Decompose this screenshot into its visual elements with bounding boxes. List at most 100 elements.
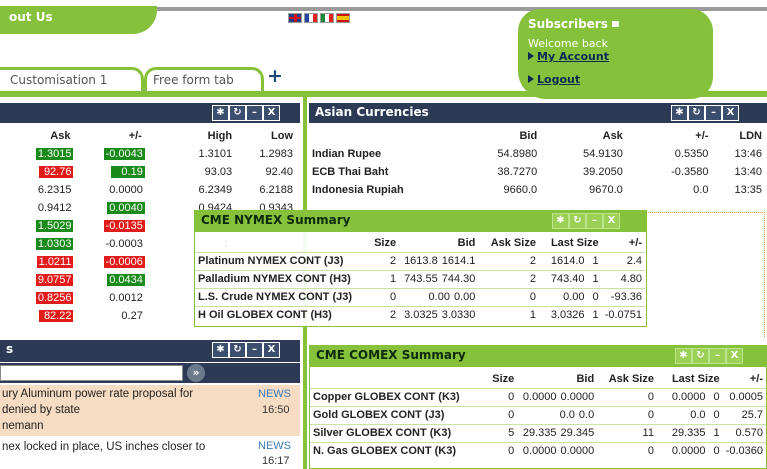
close-icon[interactable]: X: [263, 105, 280, 121]
comex-row[interactable]: Silver GLOBEX CONT (K3) 5 29.335 29.345 11 29…: [310, 424, 766, 442]
news-tag[interactable]: NEWS: [258, 440, 291, 452]
col-ask-size: Ask Size: [490, 236, 536, 249]
currency-name: Indian Rupee: [312, 148, 382, 160]
minimize-icon[interactable]: –: [705, 105, 722, 121]
col-high: High: [207, 130, 233, 142]
change-cell: -0.0006: [73, 253, 145, 271]
ask-size-cell: 0: [647, 445, 654, 458]
asian-row[interactable]: Indonesia Rupiah 9660.0 9670.0 0.0 13:35: [309, 181, 765, 199]
change-cell: -0.0043: [73, 145, 145, 163]
refresh-icon[interactable]: ↻: [229, 342, 246, 358]
last-size-value: 0: [713, 391, 720, 403]
settings-icon[interactable]: ✱: [552, 213, 569, 229]
size-cell: 0: [508, 445, 515, 458]
minimize-icon[interactable]: –: [586, 213, 603, 229]
add-tab-icon[interactable]: +: [267, 65, 283, 87]
nymex-row[interactable]: L.S. Crude NYMEX CONT (J3) 0 0.00 0.00 0 0.00…: [195, 288, 645, 306]
nymex-row[interactable]: H Oil GLOBEX CONT (H3) 2 3.0325 3.0330 1 3.03…: [195, 306, 645, 324]
settings-icon[interactable]: ✱: [212, 105, 229, 121]
es-flag-icon[interactable]: [336, 13, 350, 23]
about-us-tab[interactable]: out Us: [0, 6, 157, 34]
change-value: -0.0006: [103, 256, 145, 268]
fr-flag-icon[interactable]: [304, 13, 318, 23]
my-account-link[interactable]: My Account: [528, 50, 713, 63]
close-icon[interactable]: X: [603, 213, 620, 229]
refresh-icon[interactable]: ↻: [229, 105, 246, 121]
minimize-icon[interactable]: –: [709, 348, 726, 364]
panel-controls: ✱ ↻ – X: [675, 348, 743, 364]
search-go-icon[interactable]: »: [187, 364, 205, 382]
bid-ask-cell: 3.0325 3.0330: [399, 306, 478, 324]
ask-value: 29.345: [560, 427, 595, 439]
minimize-icon[interactable]: –: [246, 105, 263, 121]
low-cell: 1.2983: [259, 148, 293, 160]
contract-name: Silver GLOBEX CONT (K3): [313, 427, 452, 439]
nymex-panel-header[interactable]: CME NYMEX Summary ✱ ↻ – X: [195, 211, 646, 232]
minimize-icon[interactable]: –: [246, 342, 263, 358]
last-size-cell: 1614.0 1: [539, 252, 602, 270]
asian-panel-header: Asian Currencies ✱ ↻ – X: [309, 103, 767, 123]
change-cell: 0.0040: [73, 199, 145, 217]
last-value: 29.335: [671, 427, 706, 439]
refresh-icon[interactable]: ↻: [692, 348, 709, 364]
settings-icon[interactable]: ✱: [212, 342, 229, 358]
change-cell: 25.7: [741, 409, 763, 421]
change-cell: 0.19: [73, 163, 145, 181]
tab-underline: [0, 91, 767, 97]
comex-row[interactable]: Copper GLOBEX CONT (K3) 0 0.0000 0.0000 0 0.0…: [310, 388, 766, 406]
ask-value: 1.0303: [35, 238, 74, 250]
subscribers-title: Subscribers: [528, 17, 713, 31]
it-flag-icon[interactable]: [320, 13, 334, 23]
comex-row[interactable]: Gold GLOBEX CONT (J3) 0 0.0 0.0 0 0.0 0 25.7: [310, 406, 766, 424]
low-cell: 6.2188: [259, 184, 293, 196]
news-headline-line: ury Aluminum power rate proposal for: [2, 388, 194, 400]
settings-icon[interactable]: ✱: [671, 105, 688, 121]
close-icon[interactable]: X: [263, 342, 280, 358]
nymex-row[interactable]: Platinum NYMEX CONT (J3) 2 1613.8 1614.1 2 16…: [195, 252, 645, 270]
bid-cell: 38.7270: [497, 166, 538, 178]
news-tag[interactable]: NEWS: [258, 388, 291, 400]
last-value: 0.0000: [671, 445, 706, 458]
ask-value: 3.0330: [441, 309, 476, 322]
news-item-highlighted[interactable]: ury Aluminum power rate proposal for den…: [0, 385, 300, 436]
change-cell: 0.5350: [674, 148, 709, 160]
uk-flag-icon[interactable]: [288, 13, 302, 23]
tab-free-form[interactable]: Free form tab: [144, 67, 264, 91]
asian-row[interactable]: Indian Rupee 54.8980 54.9130 0.5350 13:46: [309, 145, 765, 163]
comex-row[interactable]: N. Gas GLOBEX CONT (K3) 0 0.0000 0.0000 0 0.0…: [310, 442, 766, 460]
change-value: 0.27: [121, 310, 143, 322]
panel-controls: ✱ ↻ – X: [671, 105, 739, 121]
tab-customisation-1[interactable]: Customisation 1: [0, 67, 144, 91]
change-cell: 0.0012: [73, 289, 144, 307]
news-item[interactable]: nex locked in place, US inches closer to…: [0, 438, 300, 469]
last-size-value: 1: [713, 427, 720, 439]
fx-row[interactable]: 92.76 0.19 93.03 92.40: [0, 163, 296, 181]
drop-zone-outline: [645, 212, 765, 337]
settings-icon[interactable]: ✱: [675, 348, 692, 364]
asian-row[interactable]: ECB Thai Baht 38.7270 39.2050 -0.3580 13:40: [309, 163, 765, 181]
change-cell: -0.3580: [671, 166, 709, 178]
panel-controls: ✱ ↻ – X: [552, 213, 620, 229]
lock-icon: [611, 21, 619, 27]
ask-value: 0.0000: [560, 445, 595, 458]
low-cell: 92.40: [265, 166, 293, 178]
close-icon[interactable]: X: [726, 348, 743, 364]
comex-panel-title: CME COMEX Summary: [316, 348, 466, 362]
contract-name: H Oil GLOBEX CONT (H3): [198, 309, 332, 322]
last-size-cell: 743.40 1: [539, 270, 602, 288]
news-search-input[interactable]: [0, 365, 183, 381]
ask-cell: 1.0303: [0, 235, 74, 253]
logout-link[interactable]: Logout: [528, 73, 713, 86]
refresh-icon[interactable]: ↻: [688, 105, 705, 121]
currency-name: Indonesia Rupiah: [312, 184, 404, 196]
refresh-icon[interactable]: ↻: [569, 213, 586, 229]
ldn-time-cell: 13:46: [734, 148, 762, 160]
nymex-row[interactable]: Palladium NYMEX CONT (H3) 1 743.55 744.30 2 7…: [195, 270, 645, 288]
bid-cell: 9660.0: [503, 184, 538, 196]
fx-row[interactable]: 1.3015 -0.0043 1.3101 1.2983: [0, 145, 296, 163]
close-icon[interactable]: X: [722, 105, 739, 121]
fx-row[interactable]: 6.2315 0.0000 6.2349 6.2188: [0, 181, 296, 199]
ldn-time-cell: 13:40: [734, 166, 762, 178]
ask-size-cell: 0: [647, 391, 654, 403]
nymex-summary-panel[interactable]: CME NYMEX Summary ✱ ↻ – X Size Bid Ask S…: [194, 210, 647, 327]
